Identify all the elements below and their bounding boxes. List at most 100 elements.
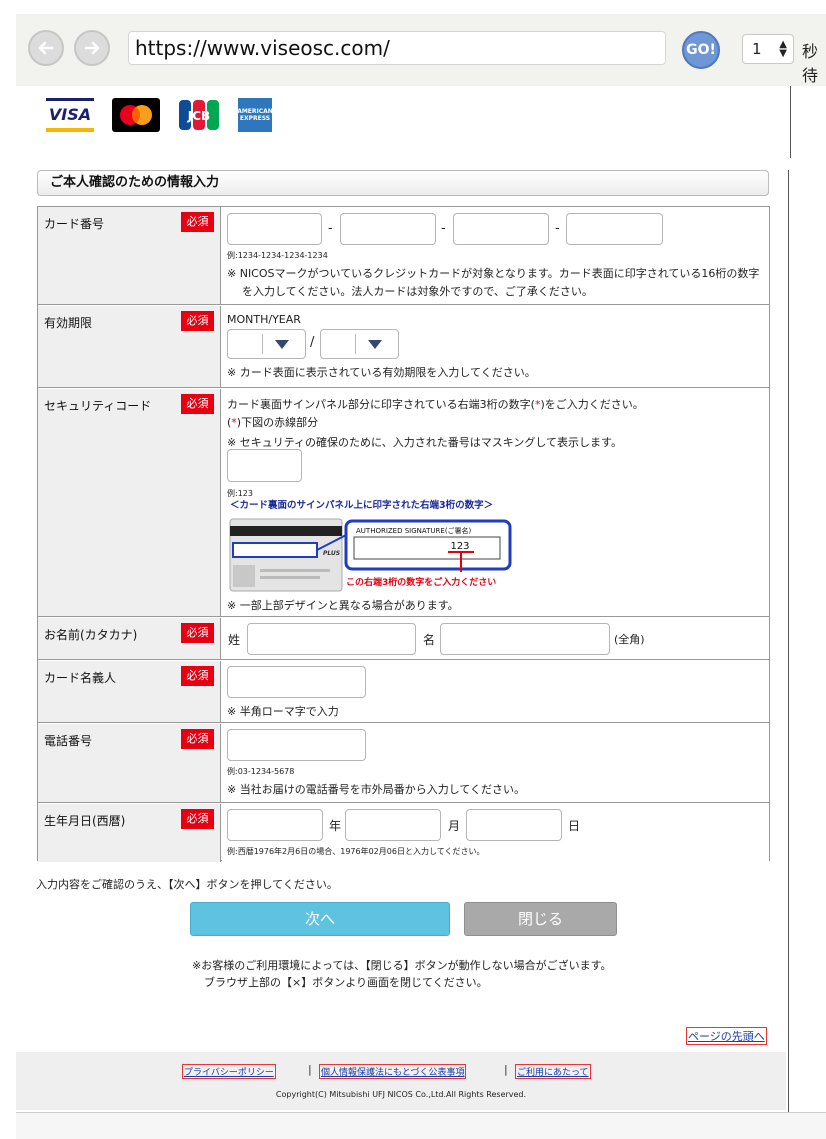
personal-info-link[interactable]: 個人情報保護法にもとづく公表事項 <box>319 1064 467 1079</box>
zenkaku-note: (全角) <box>614 633 645 646</box>
security-code-desc-3: ※ セキュリティの確保のために、入力された番号はマスキングして表示します。 <box>227 436 622 449</box>
back-button[interactable] <box>28 30 64 66</box>
chevron-down-icon <box>275 340 289 349</box>
info-form-table: カード番号 必須 - - - 例:1234-1234-1234-1234 ※ N… <box>37 206 770 862</box>
card-number-input-1[interactable] <box>227 213 322 245</box>
row-phone: 電話番号 必須 例:03-1234-5678 ※ 当社お届けの電話番号を市外局番… <box>38 724 769 803</box>
security-code-desc-1: カード裏面サインパネル部分に印字されている右端3桁の数字(*)をご入力ください。 <box>227 398 644 411</box>
figure-plus: PLUS <box>323 550 340 557</box>
card-number-example: 例:1234-1234-1234-1234 <box>227 251 328 260</box>
row-birthdate: 生年月日(西暦) 必須 年 月 日 例:西暦1976年2月6日の場合、1976年… <box>38 804 769 862</box>
security-code-desc-2: (*)下図の赤線部分 <box>227 416 319 429</box>
seconds-value: 1 <box>752 40 762 58</box>
row-name-kana: お名前(カタカナ) 必須 姓 名 (全角) <box>38 618 769 660</box>
required-badge: 必須 <box>181 311 214 331</box>
amex-logo: AMERICAN EXPRESS <box>237 98 273 132</box>
visa-logo: VISA <box>46 98 94 132</box>
required-badge: 必須 <box>181 666 214 686</box>
name-kana-label: お名前(カタカナ) <box>44 628 138 642</box>
month-label: 月 <box>448 819 461 833</box>
mastercard-logo <box>112 98 160 132</box>
jcb-logo: JCB <box>178 98 220 132</box>
birthdate-label: 生年月日(西暦) <box>44 814 126 828</box>
phone-example: 例:03-1234-5678 <box>227 767 295 776</box>
card-number-input-2[interactable] <box>340 213 436 245</box>
card-number-separator: - <box>555 221 560 236</box>
url-bar[interactable]: https://www.viseosc.com/ <box>128 31 666 65</box>
frame-divider <box>790 86 791 158</box>
last-name-kana-input[interactable] <box>247 623 416 655</box>
expiry-year-select[interactable] <box>320 329 399 359</box>
go-button[interactable]: GO! <box>682 31 720 69</box>
page-top-link[interactable]: ページの先頭へ <box>686 1027 767 1045</box>
footer: プライバシーポリシー | 個人情報保護法にもとづく公表事項 | ご利用にあたって… <box>16 1052 786 1110</box>
row-card-holder: カード名義人 必須 ※ 半角ローマ字で入力 <box>38 661 769 723</box>
figure-signature: AUTHORIZED SIGNATURE(ご署名) <box>356 526 472 535</box>
figure-code: 123 <box>450 541 469 552</box>
footer-separator: | <box>308 1063 312 1076</box>
privacy-policy-link[interactable]: プライバシーポリシー <box>182 1064 276 1079</box>
expiry-month-select[interactable] <box>227 329 306 359</box>
updown-icon: ▲ ▼ <box>779 39 787 59</box>
close-notes: ※お客様のご利用環境によっては、【閉じる】ボタンが動作しない場合がございます。 … <box>192 957 612 991</box>
confirm-instruction: 入力内容をご確認のうえ、【次へ】ボタンを押してください。 <box>36 878 338 891</box>
mei-label: 名 <box>423 633 436 647</box>
security-code-note: ※ 一部上部デザインと異なる場合があります。 <box>227 599 459 612</box>
required-badge: 必須 <box>181 394 214 414</box>
birth-month-input[interactable] <box>345 809 441 841</box>
jcb-logo-text: JCB <box>187 109 210 123</box>
bottom-strip <box>16 1112 826 1139</box>
card-number-input-3[interactable] <box>453 213 549 245</box>
seconds-select[interactable]: 1 ▲ ▼ <box>742 34 794 64</box>
card-number-separator: - <box>328 221 333 236</box>
section-title: ご本人確認のための情報入力 <box>37 170 769 196</box>
phone-label: 電話番号 <box>44 734 93 748</box>
row-card-number: カード番号 必須 - - - 例:1234-1234-1234-1234 ※ N… <box>38 207 769 305</box>
chevron-down-icon <box>368 340 382 349</box>
frame-divider <box>788 170 789 1112</box>
figure-title: ＜カード裏面のサインパネル上に印字された右端3桁の数字＞ <box>230 499 493 511</box>
card-number-note-1: ※ NICOSマークがついているクレジットカードが対象となります。カード表面に印… <box>227 267 760 280</box>
forward-arrow-icon <box>84 41 100 55</box>
footer-separator: | <box>504 1063 508 1076</box>
sei-label: 姓 <box>228 633 241 647</box>
close-button[interactable]: 閉じる <box>464 902 617 936</box>
expiry-note: ※ カード表面に表示されている有効期限を入力してください。 <box>227 366 536 379</box>
required-badge: 必須 <box>181 809 214 829</box>
security-code-label: セキュリティコード <box>44 399 152 413</box>
figure-caption: この右端3桁の数字をご入力ください <box>346 576 496 588</box>
expiry-label: 有効期限 <box>44 316 93 330</box>
card-holder-input[interactable] <box>227 666 366 698</box>
next-button[interactable]: 次へ <box>190 902 450 936</box>
card-number-note-2: を入力してください。法人カードは対象外ですので、ご了承ください。 <box>242 285 593 298</box>
copyright: Copyright(C) Mitsubishi UFJ NICOS Co.,Lt… <box>275 1090 527 1099</box>
row-expiry: 有効期限 必須 MONTH/YEAR / ※ カード表面に表示されている有効期限… <box>38 306 769 388</box>
phone-input[interactable] <box>227 729 366 761</box>
day-label: 日 <box>568 819 581 833</box>
first-name-kana-input[interactable] <box>440 623 610 655</box>
required-badge: 必須 <box>181 729 214 749</box>
card-number-input-4[interactable] <box>566 213 663 245</box>
birth-year-input[interactable] <box>227 809 323 841</box>
card-number-separator: - <box>441 221 446 236</box>
page-root: https://www.viseosc.com/ GO! 1 ▲ ▼ 秒待 VIS… <box>0 0 826 1139</box>
birth-day-input[interactable] <box>466 809 562 841</box>
browser-toolbar: https://www.viseosc.com/ GO! 1 ▲ ▼ 秒待 <box>16 14 826 86</box>
security-code-input[interactable] <box>227 449 302 482</box>
close-note-1: ※お客様のご利用環境によっては、【閉じる】ボタンが動作しない場合がございます。 <box>192 959 612 972</box>
terms-link[interactable]: ご利用にあたって <box>515 1064 591 1079</box>
card-holder-label: カード名義人 <box>44 671 117 685</box>
card-number-label: カード番号 <box>44 217 105 231</box>
forward-button[interactable] <box>74 30 110 66</box>
card-back-figure: ＜カード裏面のサインパネル上に印字された右端3桁の数字＞ PLUS AUTHOR… <box>229 499 512 592</box>
phone-note: ※ 当社お届けの電話番号を市外局番から入力してください。 <box>227 783 526 796</box>
birthdate-example: 例:西暦1976年2月6日の場合、1976年02月06日と入力してください。 <box>227 847 485 856</box>
seconds-label: 秒待 <box>802 42 819 85</box>
year-label: 年 <box>329 819 342 833</box>
card-holder-note: ※ 半角ローマ字で入力 <box>227 705 339 718</box>
expiry-slash: / <box>310 335 315 350</box>
required-badge: 必須 <box>181 623 214 643</box>
expiry-format: MONTH/YEAR <box>227 313 301 326</box>
back-arrow-icon <box>38 41 54 55</box>
close-note-2: ブラウザ上部の【×】ボタンより画面を閉じてください。 <box>204 976 488 989</box>
